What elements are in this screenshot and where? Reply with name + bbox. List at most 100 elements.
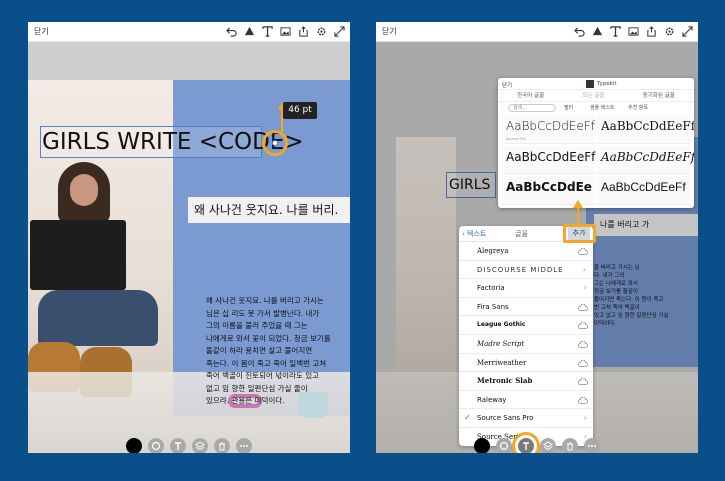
layers-tool[interactable] (540, 438, 556, 453)
left-screen: 닫기 GIRLS WRITE <CODE> 46 pt 왜 사나건 웃지요. 나… (28, 22, 350, 453)
font-item-label: League Gothic (477, 321, 526, 329)
chevron-right-icon[interactable]: › (584, 279, 587, 297)
text-icon[interactable] (261, 25, 274, 38)
subtitle-bar[interactable]: 왜 사나건 웃지요. 나를 버리. (188, 197, 350, 223)
font-sample-card[interactable]: AaBbCcDdEeFf (597, 145, 694, 175)
font-item-label: Madre Script (477, 339, 525, 348)
font-item-source-sans-pro[interactable]: ✓ Source Sans Pro › (459, 409, 593, 428)
undo-icon[interactable] (225, 25, 238, 38)
delete-tool[interactable] (214, 438, 230, 453)
cloud-download-icon[interactable] (578, 340, 588, 348)
typekit-brand: Typekit (597, 81, 617, 87)
top-bar: 닫기 (376, 22, 698, 42)
tab-synced-fonts[interactable]: 동기화된 글꼴 (643, 90, 675, 101)
expand-icon[interactable] (681, 25, 694, 38)
font-item-alegreya[interactable]: Alegreya (459, 242, 593, 261)
shape-icon[interactable] (591, 25, 604, 38)
typekit-close-button[interactable]: 닫기 (502, 81, 512, 89)
typekit-search-input[interactable]: 검색... (508, 104, 556, 112)
cloud-download-icon[interactable] (578, 396, 588, 404)
font-item-label: Raleway (477, 395, 507, 404)
cloud-download-icon[interactable] (578, 322, 588, 330)
font-item-merriweather[interactable]: Merriweather (459, 354, 593, 373)
font-sample-card[interactable]: AaBbCcDdEeFf (502, 145, 596, 175)
settings-icon[interactable] (663, 25, 676, 38)
color-tool[interactable] (474, 438, 490, 453)
bottom-toolbar (28, 428, 350, 453)
laptop (30, 220, 126, 290)
font-sample-text: AaBbCcDdEeFf (601, 119, 694, 133)
sample-text-button[interactable]: 샘플 텍스트 (590, 102, 615, 114)
expand-icon[interactable] (333, 25, 346, 38)
tab-korean-fonts[interactable]: 한국어 글꼴 (517, 90, 544, 101)
font-size-badge: 46 pt (283, 102, 317, 119)
font-tool[interactable] (170, 438, 186, 453)
font-sample-card[interactable]: AaBbCcDdEeFf (597, 115, 694, 144)
settings-icon[interactable] (315, 25, 328, 38)
font-item-fira-sans[interactable]: Fira Sans (459, 298, 593, 317)
font-item-factoria[interactable]: Factoria › (459, 279, 593, 298)
top-icons (225, 25, 346, 38)
font-sample-text: AaBbCcDdEe (506, 180, 592, 195)
font-item-label: Alegreya (477, 247, 509, 255)
font-item-label: Fira Sans (477, 302, 509, 311)
style-tool[interactable] (496, 438, 512, 453)
font-sample-meta: Acumin Pro (506, 137, 526, 141)
share-icon[interactable] (645, 25, 658, 38)
undo-icon[interactable] (573, 25, 586, 38)
typekit-header: 닫기 Typekit (498, 78, 694, 90)
color-tool[interactable] (126, 438, 142, 453)
more-tool[interactable] (584, 438, 600, 453)
filter-button[interactable]: 필터 (564, 102, 573, 114)
typekit-tabs: 한국어 글꼴 모든 글꼴 동기화된 글꼴 (498, 90, 694, 102)
font-item-madre-script[interactable]: Madre Script (459, 335, 593, 354)
delete-tool[interactable] (562, 438, 578, 453)
font-item-raleway[interactable]: Raleway (459, 391, 593, 410)
add-button-highlight (563, 224, 596, 243)
image-icon[interactable] (627, 25, 640, 38)
close-button[interactable]: 닫기 (382, 26, 397, 37)
typekit-filters: 검색... 필터 샘플 텍스트 추천 항목 (498, 102, 694, 114)
layers-tool[interactable] (192, 438, 208, 453)
back-to-text-button[interactable]: ‹ 텍스트 (462, 229, 486, 239)
checkmark-icon: ✓ (464, 413, 471, 423)
font-item-label: Source Sans Pro (477, 414, 534, 423)
cloud-download-icon[interactable] (578, 303, 588, 311)
chevron-right-icon[interactable]: › (583, 261, 587, 279)
typekit-font-grid: AaBbCcDdEeFf Acumin Pro AaBbCcDdEeFf AaBb… (502, 115, 694, 205)
font-tool[interactable] (518, 438, 534, 453)
cloud-download-icon[interactable] (578, 248, 588, 255)
tab-all-fonts[interactable]: 모든 글꼴 (582, 90, 604, 101)
right-screen: 닫기 GIRLS WRI 나를 버리고 가 을 버리고 가시는 님 다. 내가 … (376, 22, 698, 453)
font-item-metronic-slab[interactable]: Metronic Slab (459, 372, 593, 391)
image-icon[interactable] (279, 25, 292, 38)
font-item-discourse-middle[interactable]: DISCOURSE MIDDLE › (459, 261, 593, 280)
font-item-label: DISCOURSE MIDDLE (477, 265, 564, 274)
chevron-right-icon[interactable]: › (584, 409, 587, 427)
close-button[interactable]: 닫기 (34, 26, 49, 37)
bottom-toolbar (376, 428, 698, 453)
design-canvas[interactable]: GIRLS WRITE <CODE> 46 pt 왜 사나건 웃지요. 나를 버… (28, 42, 350, 453)
shape-icon[interactable] (243, 25, 256, 38)
more-tool[interactable] (236, 438, 252, 453)
share-icon[interactable] (297, 25, 310, 38)
font-sample-text: AaBbCcDdEeFf (601, 180, 686, 195)
top-icons (573, 25, 694, 38)
resize-handle-highlight (262, 130, 288, 156)
typekit-logo-icon (586, 80, 594, 88)
font-list-panel: ‹ 텍스트 글꼴 추가 Alegreya DISCOURSE MIDDLE › F… (459, 226, 593, 446)
font-sample-card[interactable]: AaBbCcDdEeFf Acumin Pro (502, 115, 595, 144)
cloud-download-icon[interactable] (578, 359, 588, 367)
style-tool[interactable] (148, 438, 164, 453)
body-text[interactable]: 왜 사나건 웃지요. 나를 버리고 가시는 님은 십 리도 못 가서 발병난다.… (206, 295, 346, 408)
font-sample-text: AaBbCcDdEeFf (506, 149, 596, 164)
font-item-league-gothic[interactable]: League Gothic (459, 316, 593, 335)
person-legs (38, 290, 158, 346)
font-sample-card[interactable]: AaBbCcDdEeFf (597, 176, 690, 205)
person-face (70, 174, 98, 206)
cloud-download-icon[interactable] (578, 378, 588, 386)
design-canvas[interactable]: GIRLS WRI 나를 버리고 가 을 버리고 가시는 님 다. 내가 그의 … (376, 42, 698, 453)
font-item-label: Metronic Slab (477, 376, 533, 386)
recommended-button[interactable]: 추천 항목 (628, 102, 648, 114)
text-icon[interactable] (609, 25, 622, 38)
